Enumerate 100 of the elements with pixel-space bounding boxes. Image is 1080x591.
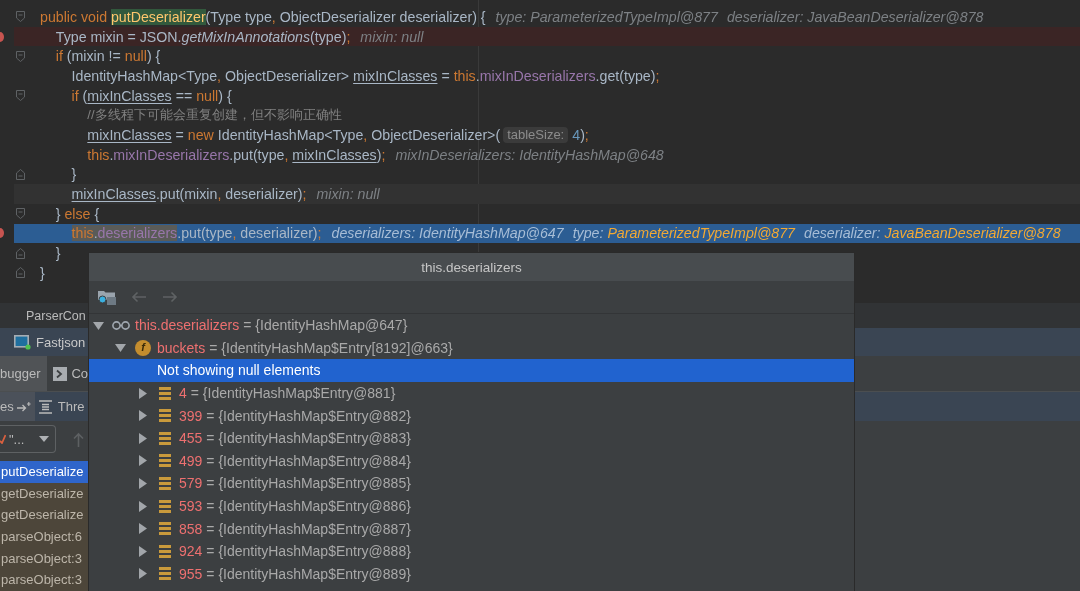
breakpoint-icon[interactable] — [0, 228, 4, 239]
frames-tab[interactable]: es — [0, 392, 35, 421]
tree-row[interactable]: 955 = {IdentityHashMap$Entry@889} — [89, 562, 854, 586]
variable-name: this.deserializers — [135, 317, 240, 334]
fold-icon[interactable] — [15, 208, 25, 220]
bars-icon — [159, 544, 171, 558]
bars-icon — [159, 386, 171, 400]
tab-label: bugger — [0, 366, 41, 381]
bars-icon — [159, 454, 171, 468]
variable-value: = {IdentityHashMap$Entry@882} — [206, 407, 411, 424]
code-text: IdentityHashMap<Type, ObjectDeserializer> mixInClasses = this.mixInDeserializers.get(type); — [71, 67, 660, 84]
disclosure-triangle-icon[interactable] — [137, 387, 148, 399]
tree-row[interactable]: 455 = {IdentityHashMap$Entry@883} — [89, 426, 854, 450]
breakpoint-icon[interactable] — [0, 31, 4, 42]
caret-icon — [39, 436, 49, 442]
glasses-icon — [112, 320, 130, 330]
inline-value: mixin: null — [360, 28, 424, 45]
variable-value: = {IdentityHashMap$Entry@887} — [206, 520, 411, 537]
tree-row[interactable]: 593 = {IdentityHashMap$Entry@886} — [89, 494, 854, 518]
disclosure-triangle-icon[interactable] — [137, 568, 148, 580]
variable-value: = {IdentityHashMap$Entry@883} — [206, 430, 411, 447]
disclosure-triangle-icon[interactable] — [137, 432, 148, 444]
folder-icon[interactable] — [98, 289, 116, 305]
code-text: } — [71, 166, 77, 183]
tree-row[interactable]: 858 = {IdentityHashMap$Entry@887} — [89, 517, 854, 540]
variable-name: 593 — [179, 498, 203, 515]
variable-value: = {IdentityHashMap$Entry@889} — [206, 565, 411, 582]
code-text: mixInClasses.put(mixin, deserializer); — [71, 186, 307, 203]
debug-tab[interactable]: bugger — [0, 356, 48, 391]
code-text: if (mixin != null) { — [55, 48, 161, 65]
console-icon — [53, 366, 68, 381]
inline-value: deserializer: JavaBeanDeserializer@878 — [804, 225, 1061, 242]
disclosure-triangle-icon[interactable] — [93, 319, 104, 331]
code-text: Type mixin = JSON.getMixInAnnotations(type); — [55, 28, 351, 45]
fold-icon[interactable] — [15, 90, 25, 102]
inline-value: type: ParameterizedTypeImpl@877 — [495, 8, 718, 25]
bars-icon — [159, 431, 171, 445]
variable-name: 4 — [179, 385, 187, 402]
variable-name: 455 — [179, 430, 203, 447]
variable-name: 499 — [179, 452, 203, 469]
bars-icon — [159, 522, 171, 536]
code-text: 4); — [572, 126, 589, 143]
stack-frame[interactable]: getDeserialize — [0, 504, 88, 526]
code-text: } — [40, 264, 45, 281]
code-text: //多线程下可能会重复创建，但不影响正确性 — [87, 106, 342, 125]
disclosure-triangle-icon[interactable] — [137, 523, 148, 535]
tab-label: Thre — [57, 399, 85, 414]
run-tab[interactable]: Fastjson — [14, 334, 86, 350]
popup-title: this.deserializers — [421, 259, 522, 275]
field-icon: f — [135, 339, 151, 356]
disclosure-triangle-icon[interactable] — [115, 342, 126, 354]
fold-icon[interactable] — [15, 247, 25, 259]
tree-notice-row[interactable]: Not showing null elements — [89, 359, 854, 382]
editor-tab[interactable]: ParserCon — [26, 308, 86, 323]
variable-value: = {IdentityHashMap$Entry[8192]@663} — [209, 339, 453, 356]
fold-icon[interactable] — [15, 50, 25, 62]
stack-frame[interactable]: getDeserialize — [0, 482, 88, 505]
tab-label: es — [0, 399, 14, 414]
variable-name: buckets — [157, 339, 206, 356]
variable-value: = {IdentityHashMap@647} — [243, 317, 408, 334]
fold-icon[interactable] — [15, 267, 25, 279]
tree-row[interactable]: 924 = {IdentityHashMap$Entry@888} — [89, 539, 854, 563]
disclosure-triangle-icon[interactable] — [137, 545, 148, 557]
disclosure-triangle-icon[interactable] — [137, 500, 148, 512]
variable-name: 858 — [179, 520, 203, 537]
inline-value: mixin: null — [316, 186, 380, 203]
stack-frame[interactable]: putDeserialize — [0, 461, 88, 483]
disclosure-triangle-icon[interactable] — [137, 410, 148, 422]
inline-value: deserializer: JavaBeanDeserializer@878 — [726, 8, 984, 25]
stack-frame[interactable]: parseObject:3 — [0, 547, 88, 569]
inline-value: deserializers: IdentityHashMap@647 — [331, 225, 564, 242]
bars-icon — [159, 476, 171, 490]
code-text: } — [55, 245, 61, 262]
variable-name: 924 — [179, 543, 203, 560]
fold-icon[interactable] — [15, 11, 25, 23]
inline-value: mixInDeserializers: IdentityHashMap@648 — [395, 146, 664, 163]
variable-name: 955 — [179, 565, 203, 582]
fold-icon[interactable] — [15, 168, 25, 180]
code-text: } else { — [55, 205, 100, 222]
tree-row[interactable]: 579 = {IdentityHashMap$Entry@885} — [89, 472, 854, 495]
code-text: this.mixInDeserializers.put(type, mixInClasses); — [87, 146, 386, 163]
arrow-icon[interactable] — [16, 401, 31, 412]
check-icon — [0, 434, 6, 444]
lines-icon — [38, 399, 52, 414]
tab-label: Co — [71, 366, 89, 381]
variable-value: = {IdentityHashMap$Entry@885} — [206, 475, 411, 492]
parameter-hint: tableSize: — [503, 126, 569, 143]
tree-row[interactable]: 4 = {IdentityHashMap$Entry@881} — [89, 381, 854, 405]
stack-frame[interactable]: parseObject:3 — [0, 568, 88, 591]
tree-row[interactable]: f buckets = {IdentityHashMap$Entry[8192]@663} — [89, 336, 854, 360]
tree-row[interactable]: 399 = {IdentityHashMap$Entry@882} — [89, 404, 854, 427]
thread-dropdown[interactable]: "... — [0, 425, 56, 453]
code-text: if (mixInClasses == null) { — [71, 87, 232, 104]
tree-row[interactable]: this.deserializers = {IdentityHashMap@647} — [89, 314, 854, 337]
disclosure-triangle-icon[interactable] — [137, 477, 148, 489]
run-tab-label: Fastjson — [36, 334, 86, 350]
variable-value: = {IdentityHashMap$Entry@881} — [190, 385, 396, 402]
stack-frame[interactable]: parseObject:6 — [0, 525, 88, 548]
disclosure-triangle-icon[interactable] — [137, 455, 148, 467]
tree-row[interactable]: 499 = {IdentityHashMap$Entry@884} — [89, 449, 854, 473]
